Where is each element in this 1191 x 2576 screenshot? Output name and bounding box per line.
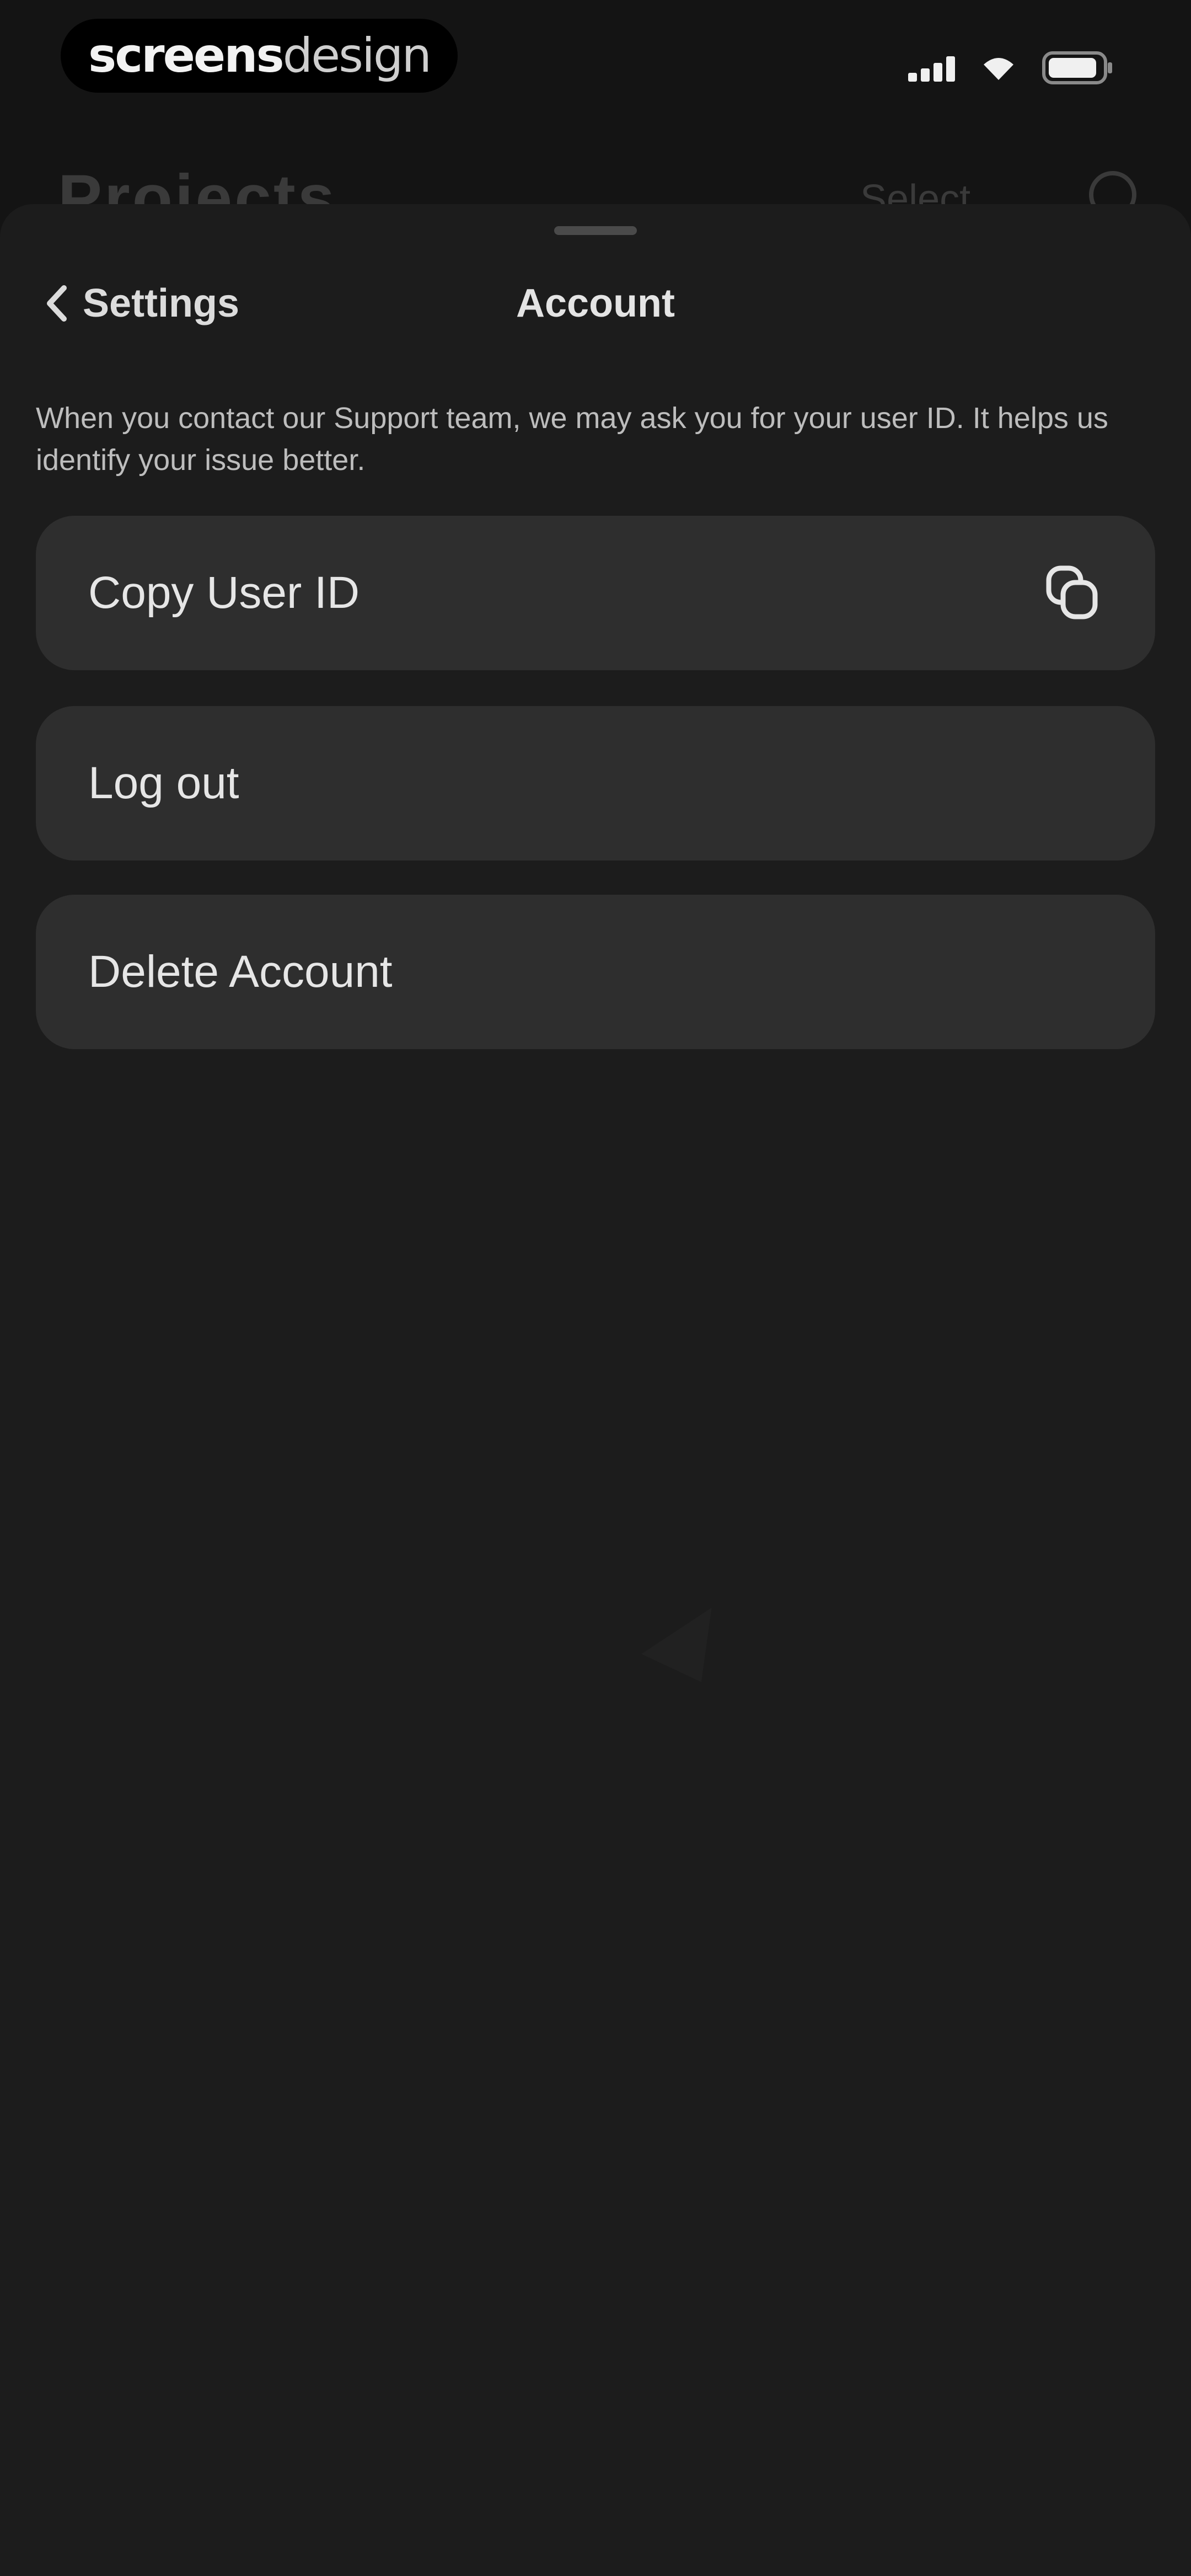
screensdesign-logo: screens design	[61, 19, 458, 93]
delete-account-label: Delete Account	[88, 947, 393, 997]
log-out-label: Log out	[88, 758, 239, 808]
log-out-button[interactable]: Log out	[36, 706, 1155, 861]
sheet-title: Account	[516, 281, 675, 325]
delete-account-button[interactable]: Delete Account	[36, 895, 1155, 1049]
battery-icon	[1042, 51, 1114, 84]
faint-watermark-mark	[641, 1589, 732, 1682]
support-description: When you contact our Support team, we ma…	[36, 402, 1108, 477]
status-icons	[908, 49, 1114, 87]
account-screen: screens design Projects Select Settings …	[0, 0, 1191, 2576]
copy-user-id-label: Copy User ID	[88, 568, 360, 618]
signal-icon	[908, 54, 955, 82]
copy-user-id-button[interactable]: Copy User ID	[36, 516, 1155, 670]
status-bar: screens design	[0, 0, 1191, 132]
account-sheet: Settings Account When you contact our Su…	[0, 204, 1191, 2576]
sheet-grabber[interactable]	[554, 226, 637, 235]
wifi-icon	[981, 55, 1016, 81]
copy-icon	[1042, 563, 1103, 623]
